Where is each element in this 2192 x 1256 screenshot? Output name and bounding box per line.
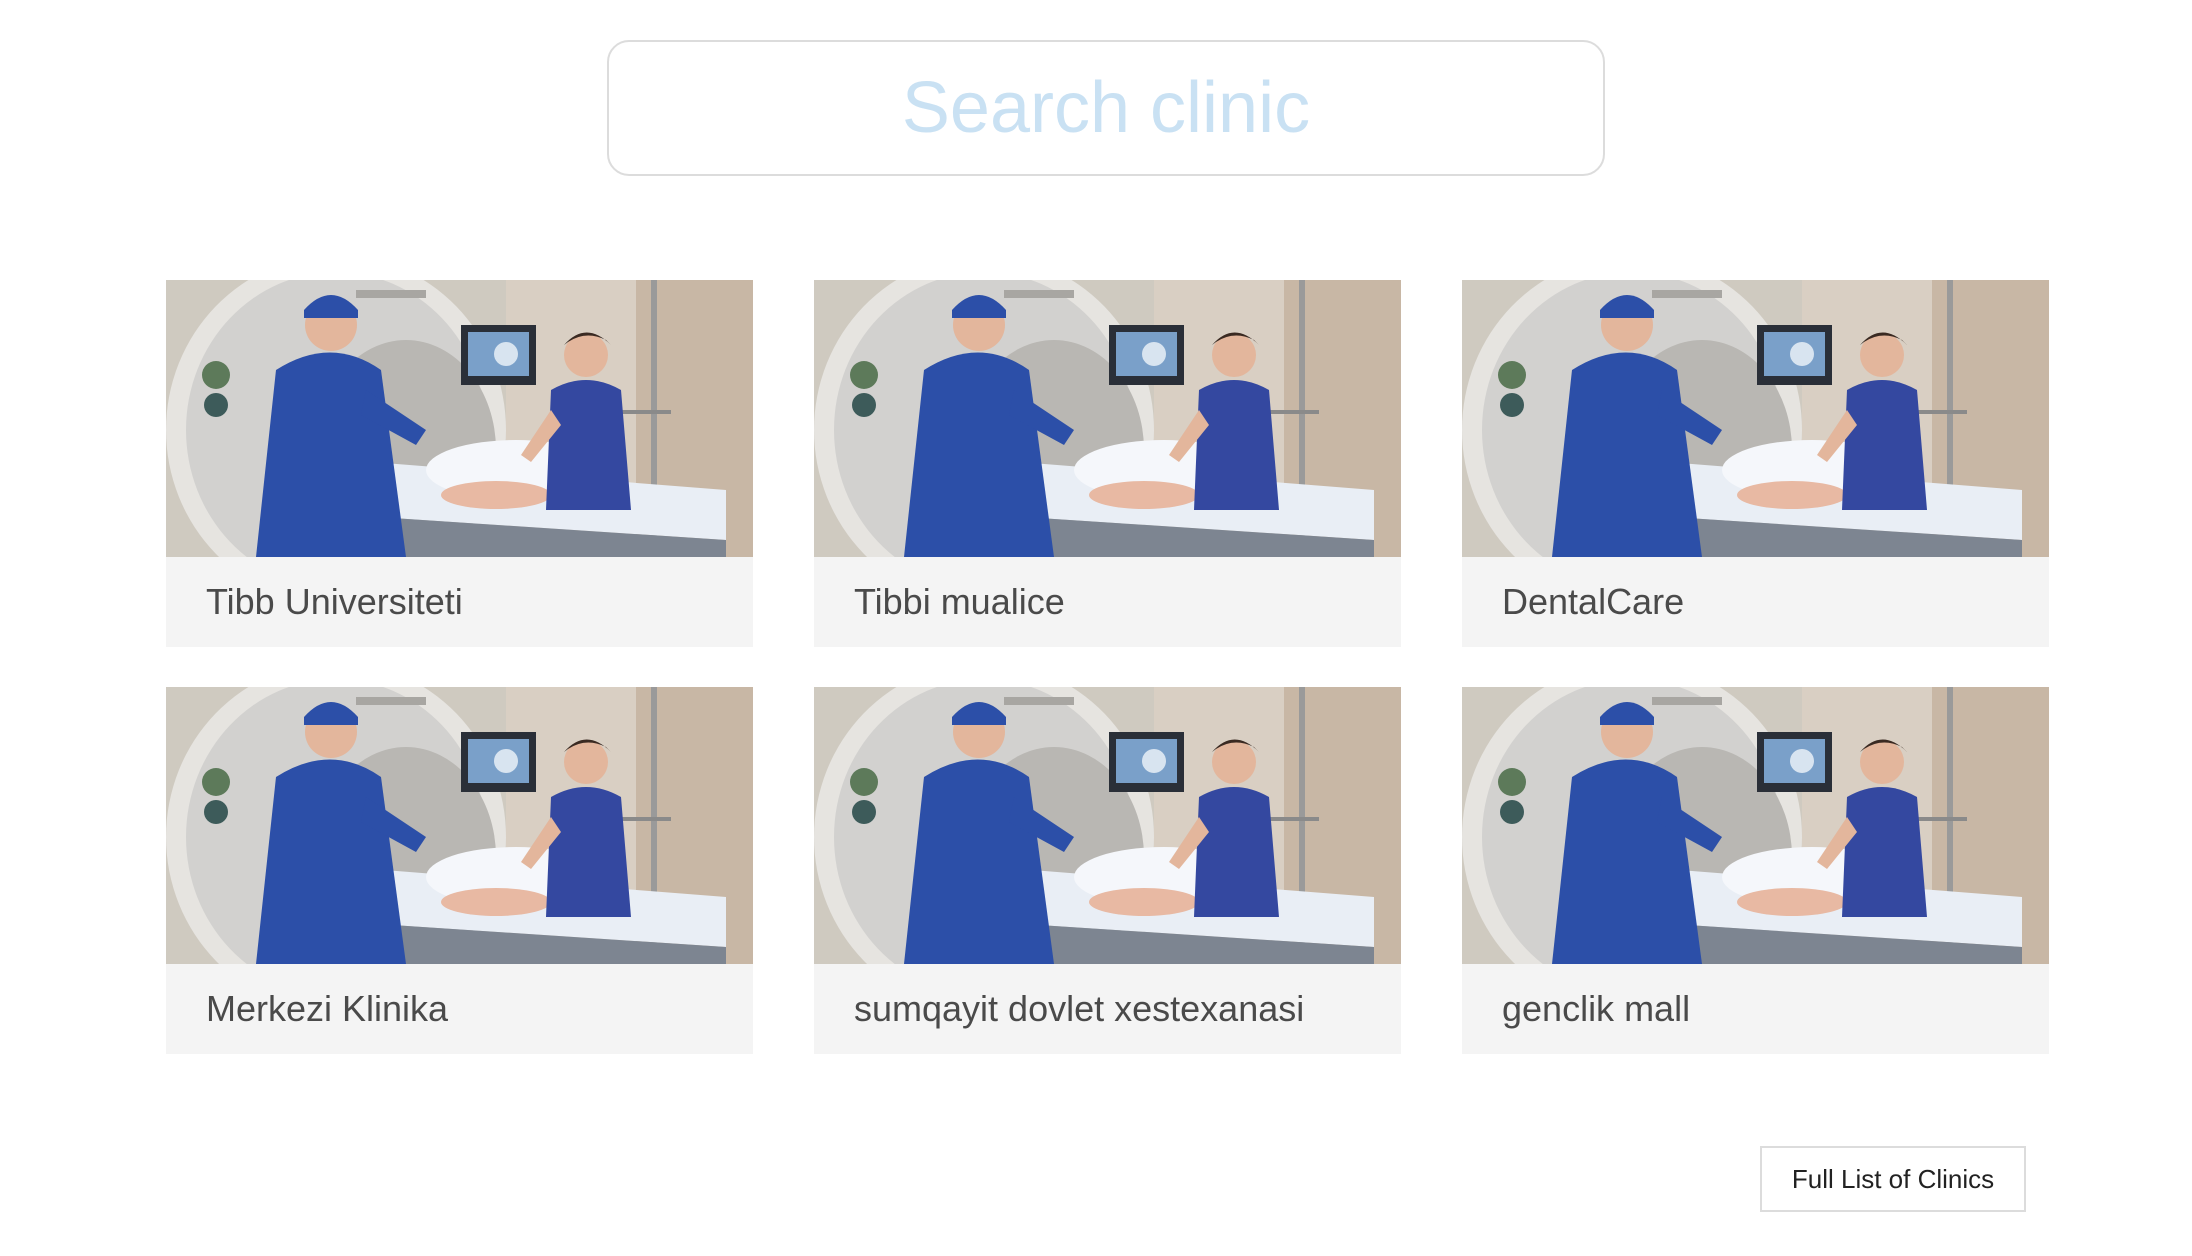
clinic-image xyxy=(166,687,753,964)
clinic-card[interactable]: Tibb Universiteti xyxy=(166,280,753,647)
clinic-name: DentalCare xyxy=(1502,581,1685,622)
clinic-search-page: Tibb Universiteti xyxy=(0,0,2192,1256)
clinic-name: Merkezi Klinika xyxy=(206,988,449,1029)
clinic-card[interactable]: Tibbi mualice xyxy=(814,280,1401,647)
clinic-name: Tibbi mualice xyxy=(854,581,1065,622)
clinic-card[interactable]: genclik mall xyxy=(1462,687,2049,1054)
clinic-card[interactable]: sumqayit dovlet xestexanasi xyxy=(814,687,1401,1054)
clinic-photo-illustration xyxy=(166,280,753,557)
clinic-card[interactable]: Merkezi Klinika xyxy=(166,687,753,1054)
clinic-photo-illustration xyxy=(814,280,1401,557)
clinic-image xyxy=(814,687,1401,964)
clinic-name: Tibb Universiteti xyxy=(206,581,463,622)
clinic-image xyxy=(166,280,753,557)
clinic-photo-illustration xyxy=(166,687,753,964)
clinic-name: sumqayit dovlet xestexanasi xyxy=(854,988,1305,1029)
clinic-photo-illustration xyxy=(1462,687,2049,964)
clinic-image xyxy=(1462,280,2049,557)
clinic-photo-illustration xyxy=(1462,280,2049,557)
full-list-button[interactable]: Full List of Clinics xyxy=(1760,1146,2026,1212)
clinic-photo-illustration xyxy=(814,687,1401,964)
clinic-grid: Tibb Universiteti Tibbi mualice DentalCa… xyxy=(166,280,2049,1054)
clinic-card[interactable]: DentalCare xyxy=(1462,280,2049,647)
search-box[interactable] xyxy=(607,40,1605,176)
clinic-name: genclik mall xyxy=(1502,988,1691,1029)
clinic-image xyxy=(814,280,1401,557)
clinic-image xyxy=(1462,687,2049,964)
search-input[interactable] xyxy=(609,41,1603,175)
